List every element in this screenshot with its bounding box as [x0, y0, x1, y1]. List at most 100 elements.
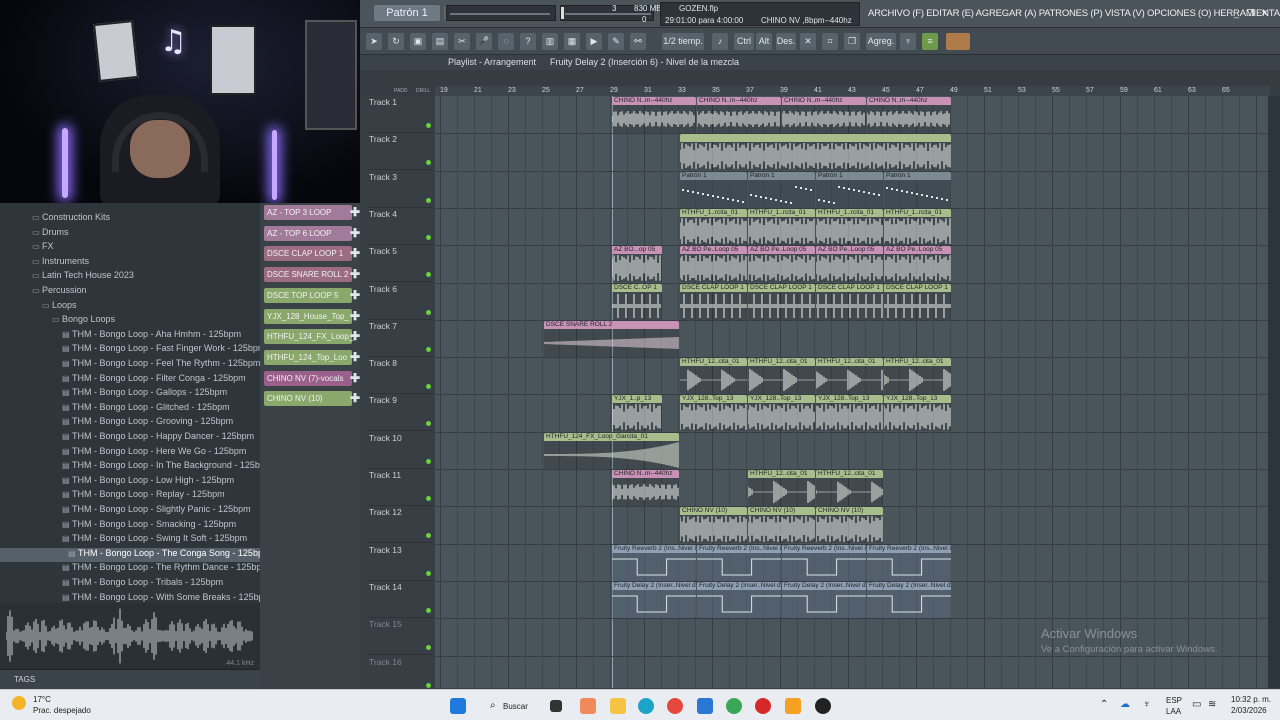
playlist-clip[interactable]: Fruity Delay 2 (Inser..Nivel de la mezcl… — [782, 581, 866, 618]
browser-file[interactable]: ▤ THM - Bongo Loop - Fast Finger Work - 1… — [62, 343, 265, 357]
pattern-selector[interactable]: Patrón 1 — [374, 5, 440, 21]
cut-icon[interactable]: ✂ — [454, 33, 470, 50]
crop-icon[interactable]: ⌗ — [822, 33, 838, 50]
track-header[interactable]: Track 14 — [368, 581, 433, 618]
track-header[interactable]: Track 11 — [368, 469, 433, 506]
restore-icon[interactable]: ❐ — [1244, 7, 1257, 19]
playlist-clip[interactable]: CHINO NV (10) — [748, 507, 815, 544]
channel-button[interactable]: AZ - TOP 6 LOOP ✚ — [264, 225, 360, 241]
start-icon[interactable] — [450, 698, 466, 714]
track-mute-led[interactable] — [426, 346, 431, 352]
help-icon[interactable]: ? — [520, 33, 536, 50]
des-button[interactable]: Des. — [776, 33, 796, 50]
mic-icon[interactable]: 🎤 — [476, 33, 492, 50]
browser-file[interactable]: ▤ THM - Bongo Loop - Happy Dancer - 125bp… — [62, 431, 254, 445]
channel-add-icon[interactable]: ✚ — [350, 371, 360, 386]
track-mute-led[interactable] — [426, 458, 431, 464]
store-icon[interactable] — [697, 698, 713, 714]
channel-button[interactable]: DSCE SNARE ROLL 2 ✚ — [264, 267, 360, 283]
track-mute-led[interactable] — [426, 309, 431, 315]
browser-folder[interactable]: ▭ Instruments — [32, 256, 89, 270]
app-icon[interactable] — [815, 698, 831, 714]
close-icon[interactable]: ✕ — [1258, 7, 1271, 19]
track-header[interactable]: Track 10 — [368, 432, 433, 469]
playlist-clip[interactable]: HTHFU_1..rcita_01 — [680, 208, 747, 245]
browser-file[interactable]: ▤ THM - Bongo Loop - Glitched - 125bpm — [62, 402, 230, 416]
link-icon[interactable]: ⚯ — [630, 33, 646, 50]
alt-button[interactable]: Alt — [756, 33, 772, 50]
track-mute-led[interactable] — [426, 197, 431, 203]
playlist-clip[interactable]: HTHFU_12..cita_01 — [748, 470, 815, 506]
mixer-icon[interactable]: ▤ — [432, 33, 448, 50]
browser-file[interactable]: ▤ THM - Bongo Loop - Swing It Soft - 125b… — [62, 533, 247, 547]
track-header[interactable]: Track 4 — [368, 208, 433, 245]
chat-icon[interactable]: ◌ — [498, 33, 514, 50]
track-header[interactable]: Track 8 — [368, 357, 433, 395]
playlist-clip[interactable]: CHINO NV (10) — [680, 507, 747, 544]
playlist-clip[interactable]: CHINO NV (10) — [816, 507, 883, 544]
playlist-clip[interactable] — [680, 134, 951, 171]
tags-bar[interactable]: TAGS — [0, 669, 260, 689]
playlist-clip[interactable]: HTHFU_12..cita_01 — [680, 358, 747, 395]
playlist-clip[interactable]: AZ BO Pe..Loop 05 — [748, 246, 815, 283]
track-mute-led[interactable] — [426, 607, 431, 613]
track-mute-led[interactable] — [426, 570, 431, 576]
channel-add-icon[interactable]: ✚ — [350, 288, 360, 303]
browser-file[interactable]: ▤ THM - Bongo Loop - In The Background - … — [62, 460, 272, 474]
explorer-icon[interactable] — [610, 698, 626, 714]
playlist-clip[interactable]: CHINO N..m--440hz — [867, 97, 951, 133]
playlist-clip[interactable]: Fruity Reeverb 2 (Ins..Nivel de la mezcl… — [867, 544, 951, 581]
browser-file[interactable]: ▤ THM - Bongo Loop - Tribals - 125bpm — [62, 577, 223, 591]
playlist-clip[interactable]: Fruity Delay 2 (Inser..Nivel de la mezcl… — [612, 581, 696, 618]
playlist-clip[interactable]: Fruity Reeverb 2 (Ins..Nivel de la mezcl… — [697, 544, 781, 581]
browser-folder[interactable]: ▭ Percussion — [32, 285, 87, 299]
playlist-clip[interactable]: DSCE CLAP LOOP 1 — [680, 283, 747, 320]
minimize-icon[interactable]: _ — [1230, 7, 1243, 19]
playlist-clip[interactable]: Fruity Reeverb 2 (Ins..Nivel de la mezcl… — [612, 544, 696, 581]
channel-add-icon[interactable]: ✚ — [350, 267, 360, 282]
browser-file[interactable]: ▤ THM - Bongo Loop - Aha Hmhm - 125bpm — [62, 329, 241, 343]
track-mute-led[interactable] — [426, 682, 431, 688]
channel-button[interactable]: AZ - TOP 3 LOOP ✚ — [264, 205, 360, 220]
playlist-clip[interactable]: CHINO N..m--440hz — [612, 470, 679, 506]
browser-folder[interactable]: ▭ Construction Kits — [32, 212, 110, 226]
playlist-clip[interactable]: YJX_128..Top_13 — [680, 395, 747, 432]
track-mute-led[interactable] — [426, 533, 431, 539]
playlist-clip[interactable]: HTHFU_12..cita_01 — [884, 358, 951, 395]
playlist-clip[interactable]: HTHFU_12..cita_01 — [816, 470, 883, 506]
playlist-clip[interactable]: Fruity Delay 2 (Inser..Nivel de la mezcl… — [697, 581, 781, 618]
paint-icon[interactable] — [580, 698, 596, 714]
song-position-slider[interactable] — [446, 5, 556, 21]
play-icon[interactable]: ▶ — [586, 33, 602, 50]
browser-folder[interactable]: ▭ Bongo Loops — [52, 314, 115, 328]
playlist-clip[interactable]: AZ BO...op 05 — [612, 246, 662, 283]
brush-icon[interactable]: ✎ — [608, 33, 624, 50]
tray-chevron-icon[interactable]: ⌃ — [1100, 699, 1108, 710]
browser-file[interactable]: ▤ THM - Bongo Loop - Low High - 125bpm — [62, 475, 234, 489]
display-icon[interactable]: ▭ — [1192, 699, 1201, 710]
browser-file[interactable]: ▤ THM - Bongo Loop - Smacking - 125bpm — [62, 519, 236, 533]
channel-add-icon[interactable]: ✚ — [350, 226, 360, 241]
browser-file[interactable]: ▤ THM - Bongo Loop - Replay - 125bpm — [62, 489, 225, 503]
flstudio-icon[interactable] — [785, 698, 801, 714]
track-header[interactable]: Track 2 — [368, 133, 433, 171]
channel-button[interactable]: CHINO NV (7)-vocals ✚ — [264, 370, 360, 386]
browser-file[interactable]: ▤ THM - Bongo Loop - The Rythm Dance - 12… — [62, 562, 269, 576]
playlist-clip[interactable]: DSCE CLAP LOOP 1 — [884, 283, 951, 320]
timeline-ruler[interactable]: 19 21 23 25 27 29 31 33 35 37 39 41 43 45 47 49 51 53 55 57… — [435, 86, 1270, 96]
agreg-button[interactable]: Agreg. — [866, 33, 896, 50]
playlist-clip[interactable]: HTHFU_12..cita_01 — [748, 358, 815, 395]
chrome-icon[interactable] — [667, 698, 683, 714]
track-header[interactable]: Track 6 — [368, 283, 433, 320]
list-icon[interactable]: ≡ — [922, 33, 938, 50]
reload-icon[interactable]: ↻ — [388, 33, 404, 50]
browser-icon[interactable]: ▥ — [542, 33, 558, 50]
copy-icon[interactable]: ❐ — [844, 33, 860, 50]
playlist-clip[interactable]: Fruity Delay 2 (Inser..Nivel de la mezcl… — [867, 581, 951, 618]
channel-button[interactable]: HTHFU_124_FX_Loop_ ✚ — [264, 329, 360, 345]
playlist-clip[interactable]: Fruity Reeverb 2 (Ins..Nivel de la mezcl… — [782, 544, 866, 581]
ctrl-button[interactable]: Ctrl — [734, 33, 754, 50]
playlist-clip[interactable]: HTHFU_1..rcita_01 — [748, 208, 815, 245]
playlist-clip[interactable]: AZ BO Pe..Loop 05 — [884, 246, 951, 283]
vertical-scrollbar[interactable] — [1268, 96, 1280, 688]
